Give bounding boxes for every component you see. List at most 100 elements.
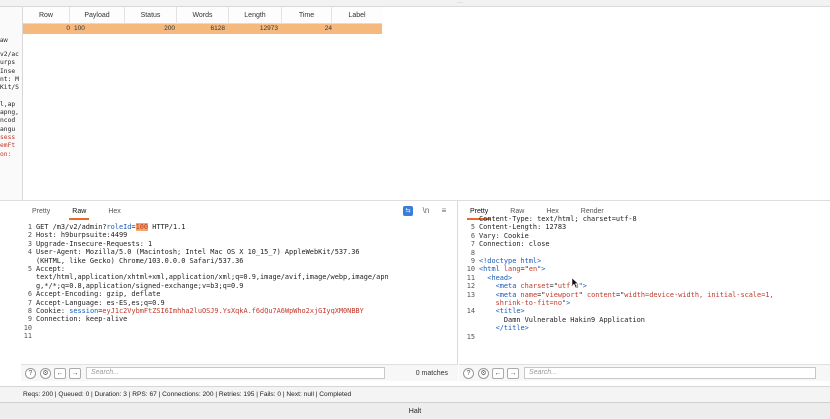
code-token: User-Agent: Mozilla/5.0 (Macintosh; Inte…	[36, 248, 360, 257]
code-line[interactable]: 5 Content-Length: 12783	[459, 223, 830, 231]
line-number: 11	[23, 332, 32, 341]
code-line[interactable]: 10 <html lang =" en ">	[459, 265, 830, 273]
line-number: 6	[470, 231, 475, 240]
code-token: GET /m3/v2/admin?	[36, 223, 107, 231]
left-pane-tab[interactable]: aw	[0, 38, 8, 44]
code-line[interactable]: 4 User-Agent: Mozilla/5.0 (Macintosh; Int…	[21, 248, 457, 256]
line-number: 4	[27, 248, 32, 257]
code-line[interactable]: 0text/html,application/xhtml+xml,applica…	[21, 273, 457, 281]
drag-handle-icon[interactable]: ···	[454, 0, 466, 6]
cell-words: 6128	[210, 25, 225, 32]
code-token: en	[528, 265, 538, 274]
left-pane-text: v2/ac urps Inse nt: M Kit/S l,ap apng, ncod ang…	[0, 51, 19, 159]
top-toolbar-strip	[0, 0, 830, 7]
column-header-row[interactable]: Row	[23, 7, 70, 24]
code-token: "	[578, 290, 587, 299]
code-line[interactable]: 13 <meta name =" viewport " content =" width=…	[459, 291, 830, 299]
code-line[interactable]: 5 Accept:	[21, 265, 457, 273]
cell-payload: 100	[74, 25, 85, 32]
code-line[interactable]: 0g,*/*;q=0.8,application/signed-exchange…	[21, 282, 457, 290]
tab-pretty[interactable]: Pretty	[21, 204, 61, 220]
line-number: 14	[466, 307, 475, 316]
previous-match-button[interactable]: ←	[492, 367, 504, 379]
code-line[interactable]: 14 <title>	[459, 307, 830, 315]
code-token: Connection: close	[479, 240, 550, 249]
code-line[interactable]: 2 Host: h9burpsuite:4499	[21, 231, 457, 239]
code-line[interactable]: 3 Upgrade-Insecure-Requests: 1	[21, 240, 457, 248]
code-line[interactable]: 9 Connection: keep-alive	[21, 315, 457, 323]
code-line[interactable]: 0Content-Type: text/html; charset=utf-8	[459, 215, 830, 223]
code-token: Accept-Language: es-ES,es;q=0.9	[36, 298, 165, 307]
code-line[interactable]: 11 <head>	[459, 274, 830, 282]
table-row[interactable]: 0 100 200 6128 12973 24	[23, 24, 382, 34]
column-header-label[interactable]: Label	[332, 7, 382, 24]
column-header-words[interactable]: Words	[177, 7, 229, 24]
code-line[interactable]: 0 shrink-to-fit=no">	[459, 299, 830, 307]
code-token: g,*/*;q=0.8,application/signed-exchange;…	[36, 281, 244, 290]
previous-match-button[interactable]: ←	[54, 367, 66, 379]
column-header-time[interactable]: Time	[282, 7, 332, 24]
code-line[interactable]: 1 GET /m3/v2/admin? roleId = 100 HTTP/1.1	[21, 223, 457, 232]
response-code[interactable]: 0Content-Type: text/html; charset=utf-85…	[459, 215, 830, 381]
menu-icon[interactable]: ≡	[439, 206, 449, 216]
help-icon[interactable]: ?	[463, 367, 474, 379]
results-table-header: Row Payload Status Words Length Time Lab…	[23, 7, 382, 24]
code-line[interactable]: 6 Vary: Cookie	[459, 232, 830, 240]
left-pane-line: v2/ac	[0, 51, 19, 58]
halt-button[interactable]: Halt	[0, 402, 830, 419]
next-match-button[interactable]: →	[507, 367, 519, 379]
code-token: (KHTML, like Gecko) Chrome/103.0.0.0 Saf…	[36, 256, 244, 265]
tab-raw[interactable]: Raw	[61, 204, 97, 220]
search-input[interactable]: Search...	[86, 367, 385, 379]
code-line[interactable]: 8 Cookie: session = eyJ1c2VybmFtZSI6Imhha2l…	[21, 307, 457, 315]
code-token: Cookie:	[36, 307, 70, 316]
code-token: session	[69, 307, 99, 316]
wrap-icon[interactable]: ⇆	[403, 206, 413, 216]
code-token: HTTP/1.1	[148, 223, 186, 231]
code-line[interactable]: 9 <!doctype html>	[459, 257, 830, 265]
code-line[interactable]: 15	[459, 333, 830, 341]
line-number: 13	[466, 290, 475, 299]
column-header-payload[interactable]: Payload	[70, 7, 125, 24]
left-pane-line: angu	[0, 125, 16, 133]
request-code[interactable]: 1 GET /m3/v2/admin? roleId = 100 HTTP/1.1 2 Ho…	[21, 223, 457, 381]
match-count: 0 matches	[415, 369, 448, 377]
settings-icon[interactable]: ⚙	[40, 367, 51, 379]
left-clipped-pane: aw v2/ac urps Inse nt: M Kit/S l,ap apng, ncod…	[0, 7, 23, 200]
help-icon[interactable]: ?	[25, 367, 36, 379]
code-line[interactable]: 11	[21, 332, 457, 340]
status-bar: Reqs: 200 | Queued: 0 | Duration: 3 | RP…	[0, 386, 830, 402]
code-token: charset	[520, 282, 550, 291]
newline-icon[interactable]: \n	[421, 206, 431, 216]
settings-icon[interactable]: ⚙	[478, 367, 489, 379]
line-number: 10	[466, 265, 475, 274]
code-token: <!doctype html>	[479, 257, 542, 266]
code-token: Accept:	[36, 265, 66, 274]
code-line[interactable]: 0 Damn Vulnerable Hakin9 Application	[459, 316, 830, 324]
request-editor-actions: ⇆ \n ≡	[403, 206, 449, 216]
code-line[interactable]: 0(KHTML, like Gecko) Chrome/103.0.0.0 Sa…	[21, 257, 457, 265]
line-number: 5	[27, 265, 32, 274]
code-line[interactable]: 6 Accept-Encoding: gzip, deflate	[21, 290, 457, 298]
line-number: 11	[466, 273, 475, 282]
next-match-button[interactable]: →	[69, 367, 81, 379]
column-header-status[interactable]: Status	[125, 7, 177, 24]
code-line[interactable]: 7 Accept-Language: es-ES,es;q=0.9	[21, 299, 457, 307]
code-token: Accept-Encoding: gzip, deflate	[36, 290, 161, 299]
column-header-length[interactable]: Length	[229, 7, 282, 24]
line-number: 2	[27, 231, 32, 240]
request-search-bar: ? ⚙ ← → Search... 0 matches	[21, 364, 458, 381]
code-token: </title>	[479, 324, 529, 333]
code-token: eyJ1c2VybmFtZSI6Imhha2luOSJ9.YsXqkA.f6dQ…	[102, 307, 364, 316]
search-input[interactable]: Search...	[524, 367, 816, 379]
code-token: <meta	[479, 290, 521, 299]
code-line[interactable]: 8	[459, 249, 830, 257]
left-pane-line: emFt	[0, 142, 16, 150]
code-token: text/html,application/xhtml+xml,applicat…	[36, 273, 389, 282]
tab-hex[interactable]: Hex	[97, 204, 131, 220]
code-line[interactable]: 10	[21, 324, 457, 332]
line-number: 7	[470, 240, 475, 249]
code-line[interactable]: 12 <meta charset =" utf-8 ">	[459, 282, 830, 290]
code-line[interactable]: 0 </title>	[459, 324, 830, 332]
code-line[interactable]: 7 Connection: close	[459, 240, 830, 248]
